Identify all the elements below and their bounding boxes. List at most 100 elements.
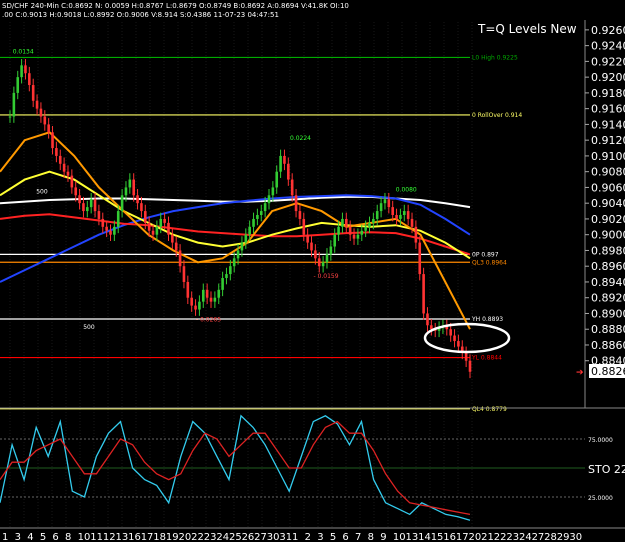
price-tick-label: 0.8960	[591, 260, 625, 273]
candle-body	[352, 234, 356, 239]
candle-body	[143, 211, 147, 223]
candle-body	[194, 305, 197, 310]
candle-body	[182, 266, 186, 282]
candle-body	[406, 211, 410, 219]
candle-body	[28, 73, 31, 86]
annotation-label: 500	[83, 324, 95, 331]
candle-body	[267, 195, 271, 204]
candle-body	[314, 250, 317, 259]
candle-body	[155, 226, 159, 235]
candle-body	[422, 274, 425, 314]
level-label: L0 High 0.9225	[472, 54, 518, 61]
candle-body	[325, 254, 329, 263]
time-axis-label: 1	[292, 532, 298, 542]
candle-body	[379, 203, 383, 212]
price-tick-label: 0.8860	[591, 339, 625, 352]
candle-body	[62, 163, 66, 172]
time-axis-label: 15	[431, 532, 444, 542]
current-price-label: 0.8826	[591, 365, 625, 378]
time-axis-label: 8	[368, 532, 374, 542]
candle-body	[302, 218, 306, 235]
candle-body	[375, 211, 379, 219]
price-tick-label: 0.9060	[591, 181, 625, 194]
time-axis-label: 26	[242, 532, 255, 542]
candle-body	[20, 65, 23, 78]
candle-body	[213, 297, 217, 302]
candle-body	[31, 85, 35, 101]
candle-body	[341, 218, 344, 227]
candle-body	[399, 215, 402, 219]
level-label: 0 RollOver 0.914	[472, 112, 522, 119]
candle-body	[229, 266, 232, 275]
candle-body	[58, 155, 62, 164]
candle-body	[70, 175, 74, 188]
candle-body	[279, 155, 282, 172]
price-tick-label: 0.9180	[591, 87, 625, 100]
candle-body	[74, 187, 78, 196]
candle-body	[283, 155, 286, 164]
sto-label: STO 22	[588, 463, 625, 476]
candle-body	[97, 211, 101, 219]
time-axis-label: 23	[204, 532, 217, 542]
price-tick-label: 0.8900	[591, 307, 625, 320]
time-axis-label: 22	[191, 532, 204, 542]
candle-body	[240, 242, 244, 251]
candle-body	[317, 258, 321, 267]
candle-body	[225, 274, 228, 279]
candle-body	[159, 218, 163, 227]
candle-body	[113, 226, 116, 235]
candle-body	[66, 171, 70, 176]
time-axis-label: 24	[519, 532, 532, 542]
time-axis-label: 3	[15, 532, 21, 542]
price-tick-label: 0.9160	[591, 103, 625, 116]
candle-body	[383, 199, 387, 204]
time-axis-label: 16	[128, 532, 141, 542]
time-axis-label: 4	[27, 532, 33, 542]
candle-body	[163, 218, 166, 223]
candle-body	[372, 218, 375, 223]
candle-body	[333, 234, 337, 247]
candle-body	[105, 226, 108, 231]
candle-body	[101, 218, 105, 227]
header-line-2: .00 C:0.9013 H:0.9018 L:0.8992 O:0.9006 …	[2, 11, 279, 19]
candle-body	[391, 207, 394, 215]
annotation-label: - 0.0159	[314, 273, 339, 280]
candle-body	[86, 207, 89, 212]
level-label: 0P 0.897	[472, 251, 499, 258]
price-tick-label: 0.8880	[591, 323, 625, 336]
candle-body	[124, 187, 128, 196]
chart-title: T=Q Levels New	[477, 22, 577, 36]
candle-body	[414, 226, 418, 243]
time-axis-label: 1	[2, 532, 8, 542]
candle-body	[89, 199, 93, 208]
annotation-label: 0.0134	[13, 49, 34, 56]
time-axis-label: 11	[90, 532, 103, 542]
candle-body	[348, 226, 352, 235]
forex-chart: SD/CHF 240-Min C:0.8692 N: 0.0059 H:0.87…	[0, 0, 625, 542]
time-axis-label: 20	[469, 532, 482, 542]
candle-body	[51, 132, 54, 149]
time-axis-label: 3	[317, 532, 323, 542]
level-label: QL4 0.8779	[472, 406, 507, 413]
candle-body	[252, 218, 255, 227]
candle-body	[78, 195, 81, 204]
candle-body	[217, 289, 221, 298]
candle-body	[140, 203, 143, 212]
time-axis-label: 17	[141, 532, 154, 542]
candle-body	[259, 211, 263, 215]
time-axis-label: 18	[153, 532, 166, 542]
candle-body	[356, 234, 360, 239]
level-label: QL3 0.8964	[472, 259, 507, 266]
price-arrow-icon: ➔	[576, 368, 584, 378]
time-axis-label: 28	[544, 532, 557, 542]
candle-body	[402, 211, 406, 215]
candle-body	[263, 203, 267, 212]
candle-body	[410, 218, 414, 227]
time-axis-label: 5	[330, 532, 336, 542]
candle-body	[294, 195, 298, 212]
candle-body	[167, 222, 170, 235]
time-axis-label: 8	[65, 532, 71, 542]
candle-body	[236, 250, 240, 259]
candle-body	[47, 124, 50, 133]
candle-body	[464, 352, 468, 361]
